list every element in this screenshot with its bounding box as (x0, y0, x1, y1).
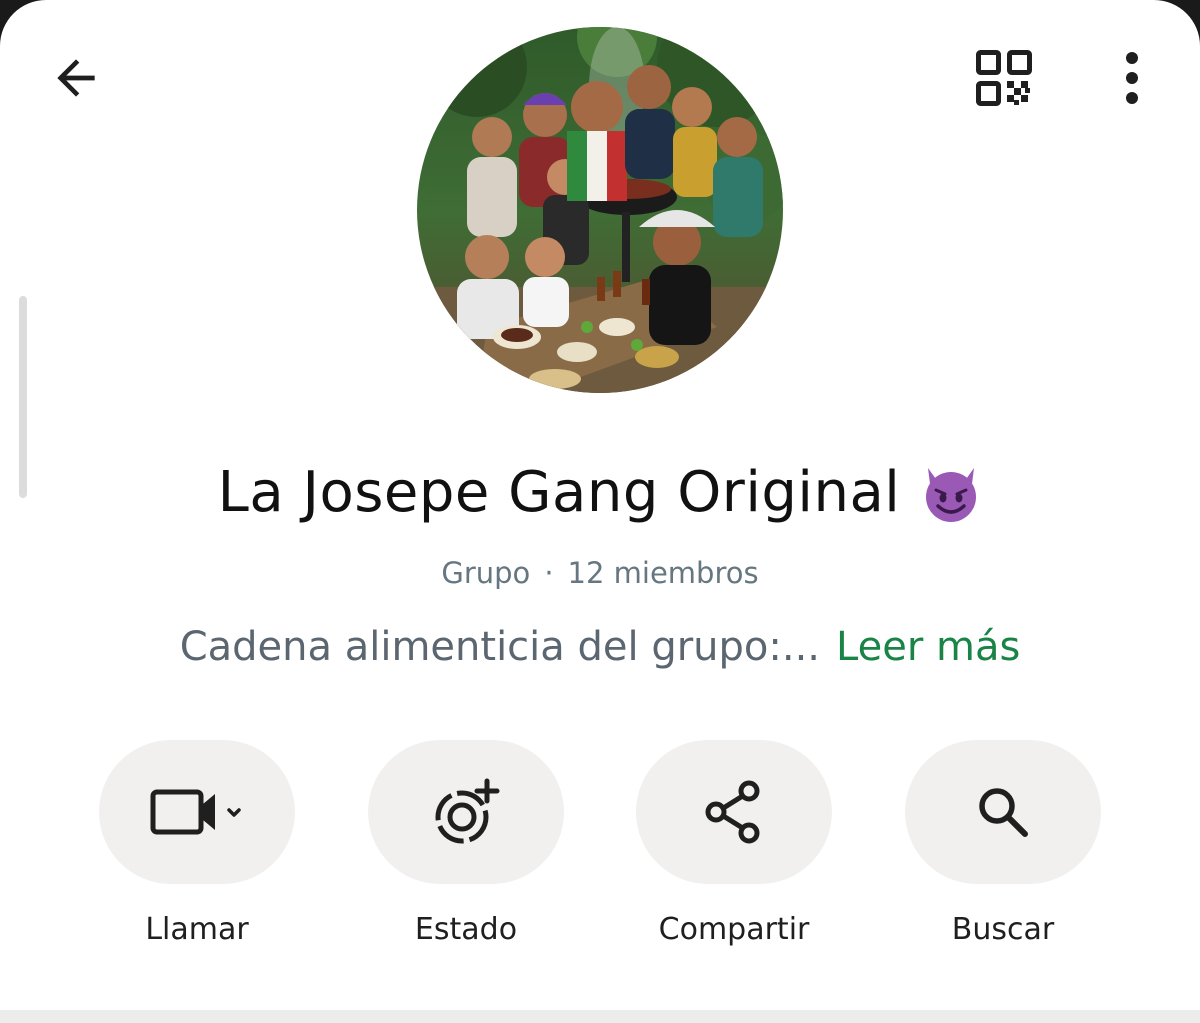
call-label: Llamar (145, 912, 249, 947)
share-label: Compartir (658, 912, 810, 947)
video-call-icon (150, 789, 241, 835)
group-photo-image (417, 27, 783, 393)
status-button[interactable] (368, 740, 564, 884)
group-type: Grupo (441, 556, 531, 590)
action-status: Estado (368, 740, 564, 947)
call-button[interactable] (99, 740, 295, 884)
share-icon (705, 780, 760, 844)
group-description-row: Cadena alimenticia del grupo:... Leer má… (0, 624, 1200, 670)
action-call: Llamar (99, 740, 295, 947)
smiling-face-with-horns-icon (926, 467, 977, 522)
search-button[interactable] (905, 740, 1101, 884)
qr-code-icon (976, 50, 1032, 106)
status-add-icon (435, 778, 500, 844)
group-name-row: La Josepe Gang Original (0, 460, 1200, 525)
arrow-left-icon (57, 59, 95, 97)
back-button[interactable] (36, 38, 116, 118)
group-description: Cadena alimenticia del grupo:... (179, 624, 821, 670)
more-options-button[interactable] (1096, 38, 1168, 118)
search-icon (979, 788, 1028, 837)
separator-dot: · (544, 556, 554, 590)
action-search: Buscar (905, 740, 1101, 947)
more-vertical-icon (1126, 52, 1138, 104)
group-info-screen: La Josepe Gang Original Grupo · 12 miemb… (0, 0, 1200, 1010)
group-subtitle: Grupo · 12 miembros (0, 556, 1200, 590)
member-count: 12 miembros (567, 556, 759, 590)
section-divider (0, 1010, 1200, 1023)
group-name: La Josepe Gang Original (217, 460, 901, 525)
qr-code-button[interactable] (964, 38, 1044, 118)
action-share: Compartir (636, 740, 832, 947)
status-label: Estado (414, 912, 518, 947)
read-more-link[interactable]: Leer más (836, 624, 1020, 670)
group-avatar[interactable] (417, 27, 783, 393)
search-label: Buscar (951, 912, 1055, 947)
share-button[interactable] (636, 740, 832, 884)
